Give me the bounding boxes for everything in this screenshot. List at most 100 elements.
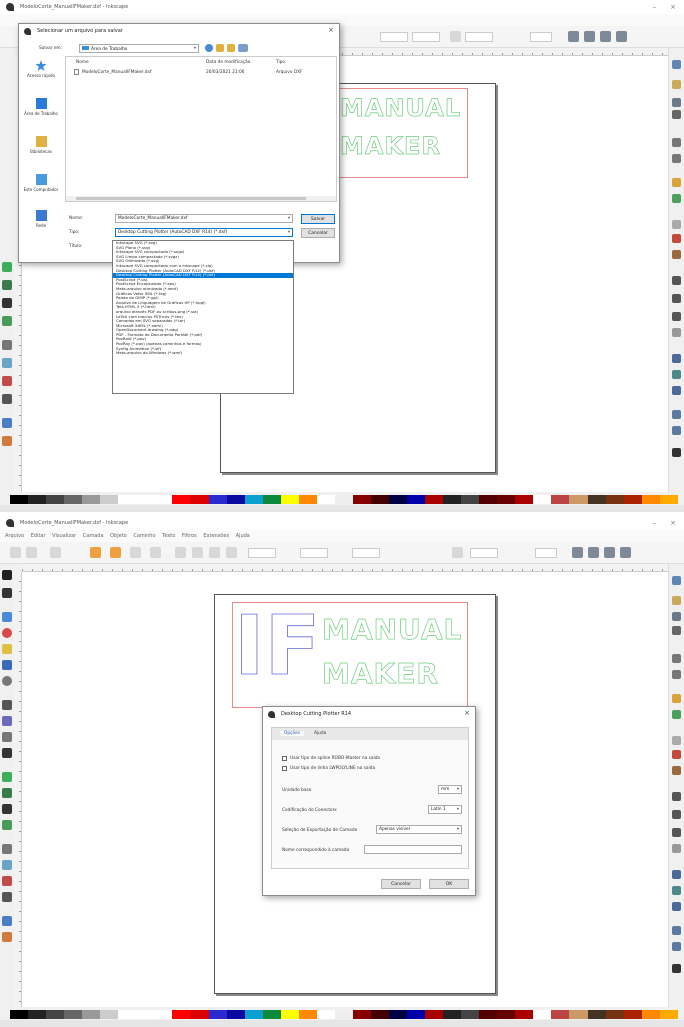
ok-button[interactable]: OK	[429, 879, 469, 889]
spray-tool-icon[interactable]	[2, 820, 12, 830]
open-icon[interactable]	[672, 596, 681, 605]
scrollbar-thumb[interactable]	[76, 197, 306, 200]
cut-icon[interactable]	[672, 750, 681, 759]
dropper-tool-icon[interactable]	[2, 280, 12, 290]
cancel-button[interactable]: Cancelar	[301, 228, 335, 238]
unlink-clone-icon[interactable]	[672, 386, 681, 395]
undo-icon[interactable]	[672, 694, 681, 703]
save-in-select[interactable]: Área de Trabalho ▾	[79, 44, 199, 53]
import-icon[interactable]	[672, 138, 681, 147]
redo-icon[interactable]	[672, 710, 681, 719]
undo-icon[interactable]	[672, 178, 681, 187]
unit-select[interactable]	[535, 548, 557, 558]
column-date[interactable]: Data de modificação	[206, 60, 250, 65]
horizontal-scrollbar[interactable]	[66, 196, 336, 201]
layer-export-select[interactable]: Apenas visível ▾	[376, 825, 462, 834]
place-network[interactable]: Rede	[21, 210, 61, 228]
gradient-tool-icon[interactable]	[2, 772, 12, 782]
unlink-clone-icon[interactable]	[672, 902, 681, 911]
place-desktop[interactable]: Área de Trabalho	[21, 98, 61, 116]
menu-arquivo[interactable]: Arquivo	[5, 533, 24, 539]
new-icon[interactable]	[672, 60, 681, 69]
connector-tool-icon[interactable]	[2, 892, 12, 902]
snap-nodes-icon[interactable]	[604, 547, 615, 558]
cancel-button[interactable]: Cancelar	[381, 879, 421, 889]
menu-objeto[interactable]: Objeto	[110, 533, 127, 539]
zoom-width-icon[interactable]	[672, 328, 681, 337]
width-field[interactable]	[465, 32, 493, 42]
redo-icon[interactable]	[672, 194, 681, 203]
copy-icon[interactable]	[672, 736, 681, 745]
select-in-layers-icon[interactable]	[26, 547, 37, 558]
eraser-tool-icon[interactable]	[2, 844, 12, 854]
pen-tool-icon[interactable]	[2, 298, 12, 308]
mesh-tool-icon[interactable]	[2, 262, 12, 272]
eraser-tool-icon[interactable]	[2, 340, 12, 350]
calligraphy-tool-icon[interactable]	[2, 732, 12, 742]
menu-extensoes[interactable]: Extensões	[203, 533, 229, 539]
tweak-tool-icon[interactable]	[2, 876, 12, 886]
minimize-icon[interactable]: –	[653, 519, 657, 527]
print-icon[interactable]	[672, 110, 681, 119]
mesh-tool-icon[interactable]	[2, 788, 12, 798]
unit-select[interactable]	[530, 32, 552, 42]
ungroup-icon[interactable]	[672, 426, 681, 435]
close-icon[interactable]: ×	[464, 709, 470, 717]
flip-h-icon[interactable]	[130, 547, 141, 558]
menu-camada[interactable]: Camada	[83, 533, 104, 539]
window-controls[interactable]: – ×	[639, 519, 676, 527]
select-all-icon[interactable]	[10, 547, 21, 558]
zoom-tool-icon[interactable]	[2, 418, 12, 428]
group-icon[interactable]	[672, 926, 681, 935]
zoom-selection-icon[interactable]	[672, 276, 681, 285]
export-icon[interactable]	[672, 154, 681, 163]
flip-v-icon[interactable]	[150, 547, 161, 558]
snap-icon[interactable]	[572, 547, 583, 558]
paste-icon[interactable]	[672, 250, 681, 259]
y-field[interactable]	[300, 548, 328, 558]
snap-nodes-icon[interactable]	[600, 31, 611, 42]
robo-spline-checkbox[interactable]	[282, 756, 287, 761]
measure-tool-icon[interactable]	[2, 436, 12, 446]
palette-swatches[interactable]	[10, 495, 678, 504]
new-icon[interactable]	[672, 576, 681, 585]
minimize-icon[interactable]: –	[653, 3, 657, 11]
ellipse-tool-icon[interactable]	[2, 628, 12, 638]
snap-icon[interactable]	[568, 31, 579, 42]
snap-bbox-icon[interactable]	[588, 547, 599, 558]
zoom-page-icon[interactable]	[672, 828, 681, 837]
xml-editor-icon[interactable]	[672, 448, 681, 457]
new-folder-icon[interactable]	[227, 44, 235, 52]
zoom-width-icon[interactable]	[672, 844, 681, 853]
layer-match-input[interactable]	[364, 845, 462, 854]
file-type-list[interactable]: Inkscape SVG (*.svg) SVG Plano (*.svg) Ink…	[112, 240, 294, 394]
snap-others-icon[interactable]	[616, 31, 627, 42]
open-icon[interactable]	[672, 80, 681, 89]
spiral-tool-icon[interactable]	[2, 676, 12, 686]
zoom-drawing-icon[interactable]	[672, 294, 681, 303]
file-name[interactable]: ModeloCorte_ManualIFMaker.dxf	[82, 70, 152, 75]
close-window-icon[interactable]: ×	[670, 519, 676, 527]
file-type-option[interactable]: Meta-arquivo do Windows (*.wmf)	[113, 351, 293, 356]
bucket-tool-icon[interactable]	[2, 358, 12, 368]
file-list[interactable]: Nome Data de modificação Tipo ModeloCort…	[65, 56, 337, 202]
save-icon[interactable]	[672, 612, 681, 621]
save-button[interactable]: Salvar	[301, 214, 335, 224]
file-type-select[interactable]: Desktop Cutting Plotter (AutoCAD DXF R14…	[115, 228, 293, 237]
base-unit-select[interactable]: mm ▾	[438, 785, 462, 794]
menu-filtros[interactable]: Filtros	[182, 533, 197, 539]
ungroup-icon[interactable]	[672, 942, 681, 951]
snap-bbox-icon[interactable]	[584, 31, 595, 42]
view-menu-icon[interactable]	[238, 44, 248, 52]
zoom-page-icon[interactable]	[672, 312, 681, 321]
window-controls[interactable]: – ×	[639, 3, 676, 11]
text-tool-icon[interactable]	[2, 748, 12, 758]
column-name[interactable]: Nome	[76, 60, 89, 65]
rect-tool-icon[interactable]	[2, 612, 12, 622]
up-folder-icon[interactable]	[216, 44, 224, 52]
x-field[interactable]	[248, 548, 276, 558]
copy-icon[interactable]	[672, 220, 681, 229]
zoom-drawing-icon[interactable]	[672, 810, 681, 819]
menu-caminho[interactable]: Caminho	[133, 533, 155, 539]
export-icon[interactable]	[672, 670, 681, 679]
